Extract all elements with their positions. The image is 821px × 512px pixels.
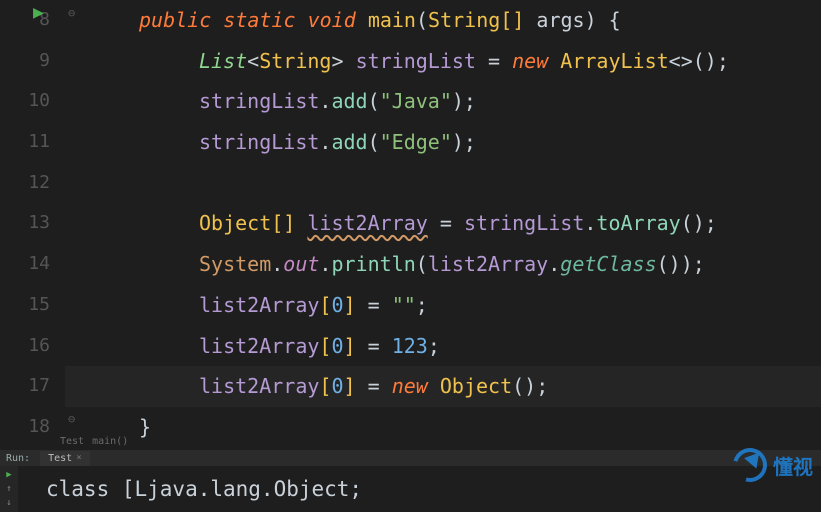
down-icon[interactable]: ↓ xyxy=(6,498,11,508)
run-tool-window-header: Run: Test × xyxy=(0,450,821,466)
code-editor[interactable]: 8 9 10 11 12 13 14 15 16 17 18 ▶ ⊖ ⊖ pub… xyxy=(0,0,821,448)
run-gutter-icon[interactable]: ▶ xyxy=(33,2,44,23)
up-icon[interactable]: ↑ xyxy=(6,484,11,494)
console-output[interactable]: class [Ljava.lang.Object; xyxy=(22,466,362,512)
code-line[interactable]: stringList.add("Java"); xyxy=(65,81,821,122)
breadcrumb-item[interactable]: Test xyxy=(60,436,84,447)
code-line[interactable]: stringList.add("Edge"); xyxy=(65,122,821,163)
run-toolbar: ▶ ↑ ↓ xyxy=(0,466,18,512)
watermark-text: 懂视 xyxy=(773,451,813,480)
run-tab-label: Test xyxy=(48,453,72,464)
code-line[interactable]: System.out.println(list2Array.getClass()… xyxy=(65,244,821,285)
code-line[interactable] xyxy=(65,163,821,204)
code-line[interactable]: } xyxy=(65,407,821,448)
rerun-icon[interactable]: ▶ xyxy=(6,470,11,480)
breadcrumb[interactable]: Test main() xyxy=(60,436,128,447)
close-icon[interactable]: × xyxy=(76,453,81,463)
code-line[interactable]: list2Array[0] = new Object(); xyxy=(65,366,821,407)
watermark-logo-icon xyxy=(733,448,767,482)
console-line: class [Ljava.lang.Object; xyxy=(46,477,362,501)
run-label: Run: xyxy=(0,451,36,466)
code-line[interactable]: Object[] list2Array = stringList.toArray… xyxy=(65,203,821,244)
code-line[interactable]: list2Array[0] = ""; xyxy=(65,285,821,326)
code-line[interactable]: public static void main(String[] args) { xyxy=(65,0,821,41)
code-area[interactable]: public static void main(String[] args) {… xyxy=(60,0,821,448)
gutter-icons: ▶ ⊖ ⊖ xyxy=(26,0,60,448)
watermark: 懂视 xyxy=(733,448,813,482)
breadcrumb-item[interactable]: main() xyxy=(92,436,128,447)
code-line[interactable]: list2Array[0] = 123; xyxy=(65,326,821,367)
code-line[interactable]: List<String> stringList = new ArrayList<… xyxy=(65,41,821,82)
run-tab[interactable]: Test × xyxy=(40,451,90,466)
